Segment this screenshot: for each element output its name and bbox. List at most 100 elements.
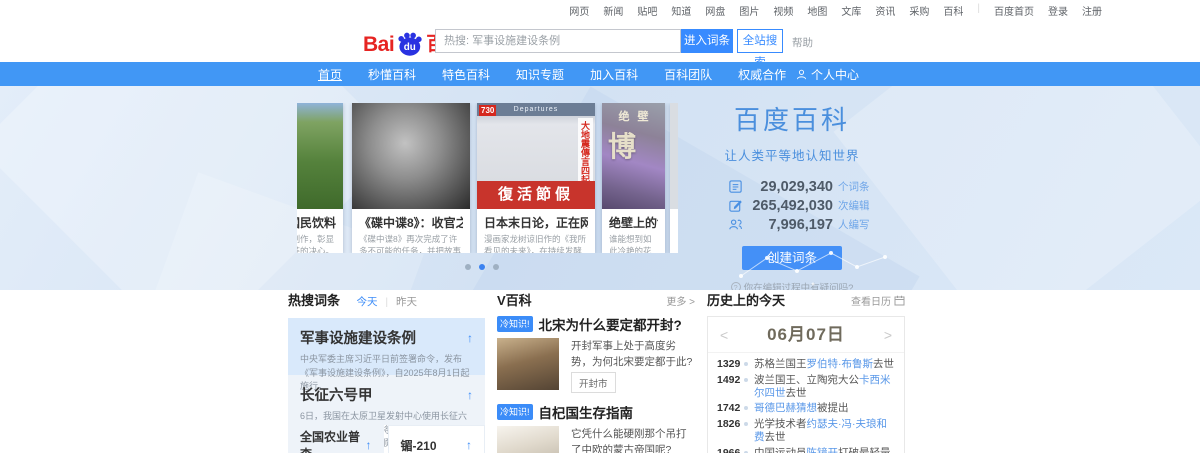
bullet-dot: [744, 406, 748, 411]
topbar-link[interactable]: 视频: [773, 3, 793, 18]
v-article-thumbnail[interactable]: [497, 338, 559, 390]
document-icon: [729, 180, 742, 193]
event-year: 1742: [717, 402, 741, 415]
event-text: 被提出: [817, 402, 849, 415]
event-text: 去世: [785, 386, 807, 399]
register-link[interactable]: 注册: [1082, 3, 1102, 18]
carousel-card[interactable]: [670, 103, 678, 253]
enter-entry-button[interactable]: 进入词条: [681, 29, 733, 53]
image-caption: 绝壁: [618, 111, 657, 123]
hot-entry-item[interactable]: 镅-210 ↑: [387, 425, 485, 453]
event-entry-link[interactable]: 罗伯特·布鲁斯: [807, 358, 874, 370]
hot-entries-title: 热搜词条: [288, 293, 341, 308]
cold-fact-badge: 冷知识!: [497, 403, 533, 420]
nav-item-join[interactable]: 加入百科: [590, 66, 638, 83]
today-in-history-section: 历史上的今天 查看日历 < 06月07日 > 1329 苏格兰国王罗伯特·布鲁斯…: [707, 290, 905, 453]
history-event: 1966 中国运动员陈镜开打破最轻量级挺举世界纪录: [717, 447, 895, 453]
nav-item-topics[interactable]: 知识专题: [516, 66, 564, 83]
carousel-dot[interactable]: [465, 264, 471, 270]
next-day-arrow[interactable]: >: [884, 317, 892, 353]
nav-item-home[interactable]: 首页: [318, 66, 342, 83]
tab-yesterday[interactable]: 昨天: [396, 296, 417, 308]
carousel-dot[interactable]: [493, 264, 499, 270]
divider: |: [385, 296, 389, 308]
topbar-link[interactable]: 贴吧: [637, 3, 657, 18]
card-title: 《碟中谍8》：收官之作: [359, 216, 463, 230]
more-link[interactable]: 更多 >: [666, 293, 695, 308]
nav-item-cooperation[interactable]: 权威合作: [738, 66, 786, 83]
event-entry-link[interactable]: 陈镜开: [807, 447, 839, 453]
card-image-movie-face: [352, 103, 470, 209]
site-search-button[interactable]: 全站搜索: [737, 29, 783, 69]
carousel-dot-active[interactable]: [479, 264, 485, 270]
red-headline-band: 復活節假: [477, 181, 595, 209]
topbar-link[interactable]: 文库: [841, 3, 861, 18]
history-event: 1329 苏格兰国王罗伯特·布鲁斯去世: [717, 358, 895, 371]
carousel-card[interactable]: 《碟中谍8》：收官之作 《碟中谍8》再次完成了许多不可能的任务，并把故事终结在了…: [352, 103, 470, 253]
hot-entry-title: 军事设施建设条例: [300, 331, 416, 347]
view-calendar-link[interactable]: 查看日历: [851, 293, 905, 308]
topbar-link[interactable]: 百科: [943, 3, 963, 18]
search-input[interactable]: [435, 29, 681, 53]
v-baike-section: V百科 更多 > 冷知识! 北宋为什么要定都开封? 开封军事上处于高度劣势，为何…: [497, 290, 695, 453]
hot-entries-section: 热搜词条 今天 | 昨天 军事设施建设条例 ↑ 中央军委主席习近平日前签署命令，…: [288, 290, 485, 453]
hot-entry-item[interactable]: 军事设施建设条例 ↑ 中央军委主席习近平日前签署命令，发布《军事设施建设条例》，…: [288, 318, 485, 391]
card-title: 绝壁上的博弈: [609, 216, 658, 230]
cold-fact-badge: 冷知识!: [497, 315, 533, 332]
login-link[interactable]: 登录: [1048, 3, 1068, 18]
v-article-title[interactable]: 自杞国生存指南: [539, 402, 634, 422]
topbar: 网页 新闻 贴吧 知道 网盘 图片 视频 地图 文库 资讯 采购 百科 | 百度…: [569, 3, 1102, 18]
entries-count: 29,029,340: [760, 178, 833, 195]
nav-item-team[interactable]: 百科团队: [664, 66, 712, 83]
stat-editors: 7,996,197 人编写: [712, 215, 872, 234]
hot-entry-item[interactable]: 全国农业普查 ↑: [288, 425, 384, 453]
topbar-link[interactable]: 图片: [739, 3, 759, 18]
nav-item-featured[interactable]: 特色百科: [442, 66, 490, 83]
today-in-history-title: 历史上的今天: [707, 293, 786, 308]
carousel-card[interactable]: 绝壁 博 绝壁上的博弈 谁能想到如此冷艳的花朵之前身披土黄色，以最暗淡的方式，走…: [602, 103, 665, 253]
event-text: 波兰国王、立陶宛大公: [754, 373, 859, 386]
topbar-link[interactable]: 知道: [671, 3, 691, 18]
main-nav: 首页 秒懂百科 特色百科 知识专题 加入百科 百科团队 权威合作 个人中心: [0, 62, 1200, 86]
topbar-link[interactable]: 资讯: [875, 3, 895, 18]
entry-tag[interactable]: 开封市: [571, 372, 616, 393]
topbar-link[interactable]: 采购: [909, 3, 929, 18]
carousel-card[interactable]: 国民饮料 系列茶叶的独特制作，彰显了年轻人爱上饮茶的决心。: [297, 103, 343, 253]
event-text: 中国运动员: [754, 446, 807, 453]
stat-entries: 29,029,340 个词条: [712, 177, 872, 196]
v-article-thumbnail[interactable]: [497, 426, 559, 453]
v-article-desc: 开封军事上处于高度劣势，为何北宋要定都于此?: [571, 340, 693, 369]
v-article-title[interactable]: 北宋为什么要定都开封?: [539, 314, 682, 334]
card-title: 日本末日论，正在网上疯传: [484, 216, 588, 230]
person-icon: [797, 69, 806, 79]
bullet-dot: [744, 422, 748, 426]
topbar-link[interactable]: 网盘: [705, 3, 725, 18]
hero-banner: 国民饮料 系列茶叶的独特制作，彰显了年轻人爱上饮茶的决心。 《碟中谍8》：收官之…: [0, 86, 1200, 290]
hot-entry-title: 长征六号甲: [300, 388, 373, 404]
history-card: < 06月07日 > 1329 苏格兰国王罗伯特·布鲁斯去世 1492 波兰国王…: [707, 316, 905, 453]
hot-entry-title: 镅-210: [400, 438, 437, 453]
card-image-news-collage: Departures 730 大地震傳言四起 復活節假: [477, 103, 595, 209]
image-caption: 博: [608, 131, 637, 162]
previous-day-arrow[interactable]: <: [720, 317, 728, 353]
editors-count: 7,996,197: [768, 216, 833, 233]
v-article-desc: 它凭什么能硬刚那个吊打了中欧的蒙古帝国呢?: [571, 428, 687, 453]
calendar-icon: [894, 295, 905, 306]
card-description: 漫画家龙树谅旧作的《我所看见的未来》，在持续发酵后，竟然威胁到了日本2025年“…: [484, 234, 587, 253]
event-text: 光学技术者: [754, 418, 807, 430]
topbar-link[interactable]: 地图: [807, 3, 827, 18]
carousel-dots: [465, 264, 499, 270]
event-text: 去世: [764, 431, 786, 444]
event-entry-link[interactable]: 哥德巴赫猜想: [754, 402, 817, 414]
nav-item-miaodong[interactable]: 秒懂百科: [368, 66, 416, 83]
tab-today[interactable]: 今天: [356, 296, 377, 308]
baidu-home-link[interactable]: 百度首页: [994, 3, 1034, 18]
carousel-card[interactable]: Departures 730 大地震傳言四起 復活節假 日本末日论，正在网上疯传…: [477, 103, 595, 253]
help-link[interactable]: 帮助: [792, 35, 813, 50]
personal-center-link[interactable]: 个人中心: [796, 62, 859, 86]
topbar-link[interactable]: 新闻: [603, 3, 623, 18]
event-text: 苏格兰国王: [754, 358, 807, 370]
history-event: 1742 哥德巴赫猜想被提出: [717, 402, 895, 415]
topbar-link[interactable]: 网页: [569, 3, 589, 18]
history-event: 1826 光学技术者约瑟夫·冯·夫琅和费去世: [717, 418, 895, 444]
